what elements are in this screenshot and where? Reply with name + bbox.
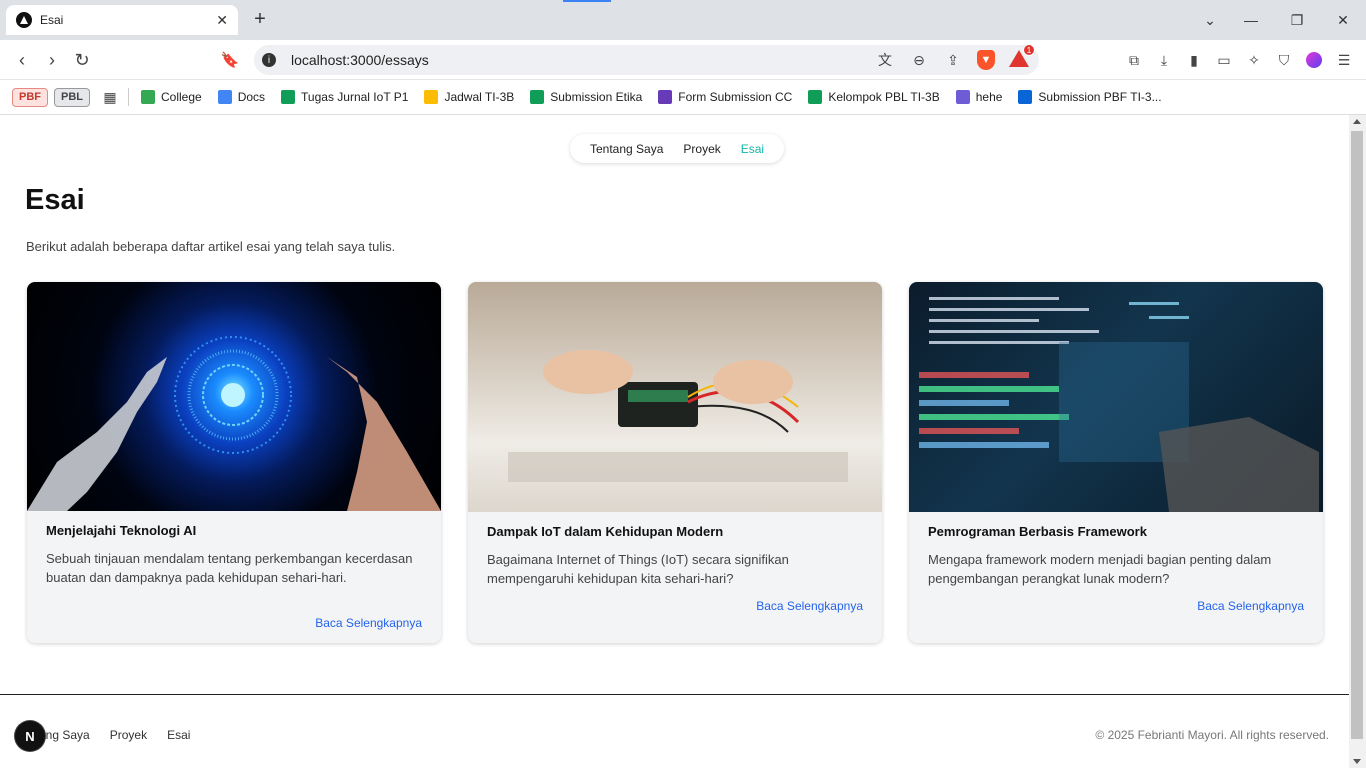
bookmark-label: Form Submission CC	[678, 90, 793, 104]
share-icon[interactable]: ⇪	[943, 50, 963, 70]
framework-essay-image	[909, 282, 1323, 512]
web-page: Tentang Saya Proyek Esai Esai Berikut ad…	[0, 115, 1349, 768]
browser-tab[interactable]: Esai ✕	[6, 5, 238, 35]
iot-essay-image	[468, 282, 882, 512]
top-nav: Tentang Saya Proyek Esai	[570, 134, 785, 163]
footer-link-proyek[interactable]: Proyek	[110, 728, 147, 742]
footer-link-tentang-saya[interactable]: ang Saya	[39, 728, 90, 742]
bookmarks-divider	[128, 88, 129, 106]
tab-title: Esai	[40, 13, 64, 27]
read-more-link[interactable]: Baca Selengkapnya	[315, 616, 422, 630]
bookmark-label: Docs	[237, 90, 266, 104]
bookmark-item[interactable]: Docs	[217, 90, 266, 104]
google-sheets-icon	[281, 90, 296, 104]
apps-grid-icon[interactable]: ▦	[100, 87, 120, 107]
notification-count: 1	[1023, 44, 1035, 56]
read-more-link[interactable]: Baca Selengkapnya	[756, 599, 863, 613]
footer-copyright: © 2025 Febrianti Mayori. All rights rese…	[1095, 728, 1329, 742]
bookmark-item[interactable]: Form Submission CC	[658, 90, 792, 104]
footer-nav: ang Saya Proyek Esai	[39, 728, 190, 742]
onedrive-icon	[1018, 90, 1033, 104]
wallet-icon[interactable]: ▭	[1214, 50, 1234, 70]
bookmark-item[interactable]: Jadwal TI-3B	[424, 90, 514, 104]
scroll-up-icon[interactable]	[1353, 119, 1361, 124]
bookmark-label: Submission PBF TI-3...	[1038, 90, 1162, 104]
extensions-icon[interactable]: ⧉	[1124, 50, 1144, 70]
nav-link-esai[interactable]: Esai	[741, 142, 764, 156]
google-docs-icon	[217, 90, 232, 104]
nav-link-proyek[interactable]: Proyek	[683, 142, 720, 156]
url-text[interactable]: localhost:3000/essays	[291, 52, 429, 68]
site-favicon-icon	[16, 12, 32, 28]
google-drive-icon	[424, 90, 439, 104]
minimize-icon[interactable]: —	[1228, 0, 1274, 40]
card-description: Bagaimana Internet of Things (IoT) secar…	[487, 552, 789, 586]
card-title: Pemrograman Berbasis Framework	[928, 524, 1147, 539]
bookmark-item[interactable]: Kelompok PBL TI-3B	[808, 90, 940, 104]
bookmark-item[interactable]: Tugas Jurnal IoT P1	[281, 90, 408, 104]
zoom-icon[interactable]: ⊖	[909, 50, 929, 70]
scroll-down-icon[interactable]	[1353, 759, 1361, 764]
bookmark-icon[interactable]: 🔖	[218, 48, 242, 72]
reload-icon[interactable]: ↻	[70, 48, 94, 72]
site-info-icon[interactable]: i	[262, 53, 276, 67]
sidebar-icon[interactable]: ▮	[1184, 50, 1204, 70]
forward-icon[interactable]: ›	[40, 48, 64, 72]
footer-divider	[0, 694, 1349, 695]
page-subtitle: Berikut adalah beberapa daftar artikel e…	[26, 239, 396, 254]
card-description: Sebuah tinjauan mendalam tentang perkemb…	[46, 551, 413, 585]
nextjs-dev-badge-icon[interactable]: N	[15, 721, 45, 751]
new-tab-icon[interactable]: +	[250, 8, 270, 31]
translate-icon[interactable]: 文	[875, 50, 895, 70]
essay-card-framework[interactable]: Pemrograman Berbasis Framework Mengapa f…	[909, 282, 1323, 643]
google-sheets-icon	[808, 90, 823, 104]
vpn-icon[interactable]: ⛉	[1274, 50, 1294, 70]
profile-avatar-icon[interactable]	[1304, 50, 1324, 70]
bookmark-pill-pbf[interactable]: PBF	[12, 87, 48, 107]
essay-card-iot[interactable]: Dampak IoT dalam Kehidupan Modern Bagaim…	[468, 282, 882, 643]
bookmark-label: Submission Etika	[550, 90, 643, 104]
menu-icon[interactable]: ☰	[1334, 50, 1354, 70]
brave-shields-icon[interactable]: ▼	[977, 50, 995, 70]
card-description: Mengapa framework modern menjadi bagian …	[928, 552, 1272, 586]
bookmarks-bar: PBF PBL ▦ College Docs Tugas Jurnal IoT P1…	[0, 80, 1366, 115]
tab-strip-accent	[563, 0, 611, 2]
ai-essay-image	[27, 282, 441, 511]
bookmark-item[interactable]: Submission PBF TI-3...	[1018, 90, 1162, 104]
bookmark-pill-pbl[interactable]: PBL	[54, 87, 90, 107]
nav-link-tentang-saya[interactable]: Tentang Saya	[590, 142, 663, 156]
bookmark-item[interactable]: College	[141, 90, 202, 104]
bookmark-label: College	[161, 90, 202, 104]
page-title: Esai	[25, 184, 85, 216]
scrollbar-thumb[interactable]	[1351, 131, 1363, 739]
brave-rewards-icon[interactable]: 1	[1009, 44, 1035, 68]
card-title: Dampak IoT dalam Kehidupan Modern	[487, 524, 724, 539]
bookmark-label: hehe	[975, 90, 1003, 104]
read-more-link[interactable]: Baca Selengkapnya	[1197, 599, 1304, 613]
q-icon	[955, 90, 970, 104]
page-scrollbar[interactable]	[1349, 115, 1366, 768]
bookmark-item[interactable]: hehe	[955, 90, 1003, 104]
google-sheets-icon	[530, 90, 545, 104]
bookmark-label: Kelompok PBL TI-3B	[828, 90, 940, 104]
toolbar: ‹ › ↻ 🔖 i localhost:3000/essays 文 ⊖ ⇪ ▼ …	[0, 40, 1366, 80]
google-drive-icon	[141, 90, 155, 104]
download-icon[interactable]: ⤓	[1154, 50, 1174, 70]
card-title: Menjelajahi Teknologi AI	[46, 523, 197, 538]
tab-strip: Esai ✕ + ⌄ — ❐ ✕	[0, 0, 1366, 40]
bookmark-label: Tugas Jurnal IoT P1	[301, 90, 409, 104]
restore-icon[interactable]: ❐	[1274, 0, 1320, 40]
essay-card-ai[interactable]: Menjelajahi Teknologi AI Sebuah tinjauan…	[27, 282, 441, 643]
close-window-icon[interactable]: ✕	[1320, 0, 1366, 40]
tab-search-icon[interactable]: ⌄	[1187, 0, 1233, 40]
back-icon[interactable]: ‹	[10, 48, 34, 72]
bookmark-label: Jadwal TI-3B	[444, 90, 515, 104]
bookmark-item[interactable]: Submission Etika	[530, 90, 642, 104]
google-forms-icon	[658, 90, 673, 104]
close-tab-icon[interactable]: ✕	[216, 12, 228, 29]
address-bar[interactable]: i localhost:3000/essays 文 ⊖ ⇪ ▼ 1	[254, 44, 1039, 75]
leo-ai-icon[interactable]: ✧	[1244, 50, 1264, 70]
footer-link-esai[interactable]: Esai	[167, 728, 190, 742]
